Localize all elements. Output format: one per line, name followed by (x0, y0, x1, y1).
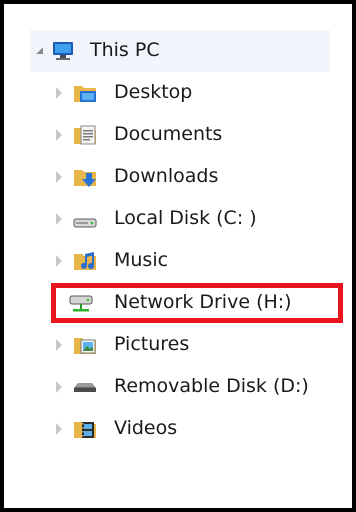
tree-item-label: Music (114, 249, 169, 271)
collapse-arrow-icon[interactable] (56, 423, 62, 435)
videos-folder-icon (72, 416, 98, 442)
tree-item-label: This PC (90, 39, 160, 61)
tree-item-local-disk-c[interactable]: Local Disk (C: ) (4, 198, 344, 240)
computer-icon (50, 38, 76, 64)
collapse-arrow-icon[interactable] (56, 171, 62, 183)
explorer-navigation-pane: This PC Desktop Documents Downloads Loca… (0, 0, 356, 512)
collapse-arrow-icon[interactable] (56, 213, 62, 225)
tree-item-label: Local Disk (C: ) (114, 207, 257, 229)
hard-drive-icon (72, 206, 98, 232)
collapse-arrow-icon[interactable] (56, 381, 62, 393)
collapse-arrow-icon[interactable] (56, 129, 62, 141)
tree-item-removable-disk-d[interactable]: Removable Disk (D:) (4, 366, 344, 408)
tree-item-videos[interactable]: Videos (4, 408, 344, 450)
tree-item-documents[interactable]: Documents (4, 114, 344, 156)
collapse-arrow-icon[interactable] (56, 255, 62, 267)
tree-item-music[interactable]: Music (4, 240, 344, 282)
highlight-box (51, 283, 343, 323)
pictures-folder-icon (72, 332, 98, 358)
tree-item-label: Removable Disk (D:) (114, 375, 309, 397)
tree-item-label: Videos (114, 417, 178, 439)
tree-item-label: Desktop (114, 81, 193, 103)
tree-item-label: Downloads (114, 165, 219, 187)
downloads-folder-icon (72, 164, 98, 190)
tree-item-pictures[interactable]: Pictures (4, 324, 344, 366)
desktop-folder-icon (72, 80, 98, 106)
expand-arrow-icon[interactable] (36, 47, 43, 54)
tree-item-downloads[interactable]: Downloads (4, 156, 344, 198)
tree-item-this-pc[interactable]: This PC (4, 30, 344, 72)
tree-item-desktop[interactable]: Desktop (4, 72, 344, 114)
tree-item-label: Pictures (114, 333, 190, 355)
music-folder-icon (72, 248, 98, 274)
collapse-arrow-icon[interactable] (56, 339, 62, 351)
tree-item-label: Documents (114, 123, 223, 145)
collapse-arrow-icon[interactable] (56, 87, 62, 99)
removable-disk-icon (72, 374, 98, 400)
documents-folder-icon (72, 122, 98, 148)
